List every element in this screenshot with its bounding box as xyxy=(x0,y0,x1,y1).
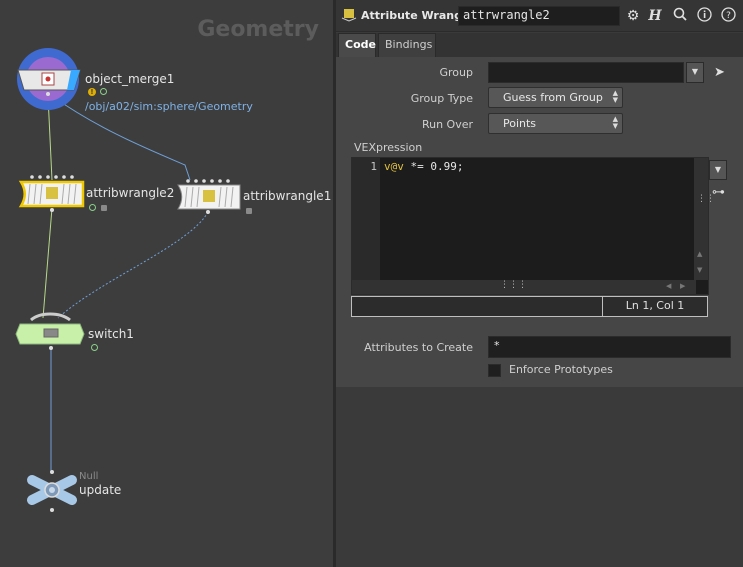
scroll-down-icon[interactable]: ▼ xyxy=(697,266,702,274)
parameter-pane: Attribute Wrangle attrwrangle2 ⚙ H ? Cod… xyxy=(336,0,743,567)
search-icon[interactable] xyxy=(671,7,689,25)
update-node-label[interactable]: update xyxy=(79,483,121,497)
line-number-gutter: 1 xyxy=(352,158,380,280)
tab-code[interactable]: Code xyxy=(338,33,376,57)
lock-icon[interactable] xyxy=(246,208,252,214)
lock-icon[interactable] xyxy=(101,205,107,211)
run-over-menu[interactable]: Points ▲ ▼ xyxy=(488,113,623,134)
run-over-value: Points xyxy=(503,117,537,130)
attribwrangle2-node[interactable] xyxy=(18,175,85,212)
vexpression-label: VEXpression xyxy=(354,141,423,154)
code-attribute-token: v@v xyxy=(384,160,404,173)
group-label: Group xyxy=(439,66,474,79)
flag-icon[interactable] xyxy=(89,204,96,211)
updown-icon: ▲ ▼ xyxy=(612,89,618,104)
svg-text:?: ? xyxy=(726,11,731,21)
group-field[interactable] xyxy=(488,62,684,83)
enforce-prototypes-label: Enforce Prototypes xyxy=(509,363,613,376)
create-spare-params-icon[interactable]: ⊶ xyxy=(712,185,725,200)
attributes-to-create-label: Attributes to Create xyxy=(364,341,473,354)
scroll-handle-icon[interactable]: ⋮⋮⋮ xyxy=(500,280,527,290)
update-null-node[interactable] xyxy=(27,470,77,512)
group-menu-button[interactable]: ▼ xyxy=(686,62,704,83)
scroll-right-icon[interactable]: ▶ xyxy=(680,282,685,290)
network-context-label: Geometry xyxy=(197,17,319,42)
enforce-prototypes-checkbox[interactable] xyxy=(488,364,501,377)
parameter-tabs: Code Bindings xyxy=(336,33,743,57)
select-arrow-icon[interactable]: ➤ xyxy=(714,65,725,80)
object-merge-path-label: /obj/a02/sim:sphere/Geometry xyxy=(85,100,253,113)
flag-icon[interactable] xyxy=(100,88,107,95)
object-merge-node-label[interactable]: object_merge1 xyxy=(85,72,174,86)
group-type-label: Group Type xyxy=(410,92,473,105)
code-line-1[interactable]: v@v *= 0.99; xyxy=(384,160,463,173)
scroll-left-icon[interactable]: ◀ xyxy=(666,282,671,290)
vex-code-editor[interactable]: 1 v@v *= 0.99; ⋮⋮ ▲ ▼ ⋮⋮⋮ ◀ ▶ xyxy=(351,157,715,295)
network-editor[interactable]: Geometry object_merge1 ! /obj/a02/sim:sp… xyxy=(0,0,333,567)
switch1-node-label[interactable]: switch1 xyxy=(88,327,134,341)
attribwrangle2-node-label[interactable]: attribwrangle2 xyxy=(86,186,174,200)
operator-type-label: Attribute Wrangle xyxy=(361,9,474,22)
gear-icon[interactable]: ⚙ xyxy=(624,7,642,25)
wrangle-icon xyxy=(341,9,357,22)
updown-icon: ▲ ▼ xyxy=(612,115,618,130)
editor-horizontal-scrollbar[interactable]: ⋮⋮⋮ ◀ ▶ xyxy=(352,280,696,294)
help-mode-icon[interactable]: H xyxy=(646,7,664,25)
info-icon[interactable] xyxy=(695,7,713,25)
code-tab-body: Group ▼ ➤ Group Type Guess from Group ▲ ▼… xyxy=(336,57,743,387)
object-merge-node[interactable] xyxy=(17,48,81,110)
update-node-type-label: Null xyxy=(79,471,99,482)
editor-vertical-scrollbar[interactable]: ⋮⋮ ▲ ▼ xyxy=(694,158,715,280)
help-icon[interactable]: ? xyxy=(719,7,737,25)
parameter-header: Attribute Wrangle attrwrangle2 ⚙ H ? xyxy=(336,0,743,32)
switch1-node[interactable] xyxy=(15,312,85,350)
group-type-menu[interactable]: Guess from Group ▲ ▼ xyxy=(488,87,623,108)
group-type-value: Guess from Group xyxy=(503,91,603,104)
parameter-empty-area xyxy=(336,387,743,567)
attribwrangle1-node-label[interactable]: attribwrangle1 xyxy=(243,189,331,203)
tab-bindings[interactable]: Bindings xyxy=(378,33,436,57)
operator-name-field[interactable]: attrwrangle2 xyxy=(458,6,620,26)
vex-menu-button[interactable]: ▼ xyxy=(709,160,727,180)
cursor-position: Ln 1, Col 1 xyxy=(602,297,707,316)
attribwrangle1-node[interactable] xyxy=(177,179,241,214)
warning-icon[interactable]: ! xyxy=(88,88,96,96)
run-over-label: Run Over xyxy=(421,118,473,131)
scroll-up-icon[interactable]: ▲ xyxy=(697,250,702,258)
editor-status-bar: Ln 1, Col 1 xyxy=(351,296,708,317)
flag-icon[interactable] xyxy=(91,344,98,351)
attributes-to-create-field[interactable]: * xyxy=(488,336,731,358)
code-expression-token: *= 0.99; xyxy=(403,160,464,173)
